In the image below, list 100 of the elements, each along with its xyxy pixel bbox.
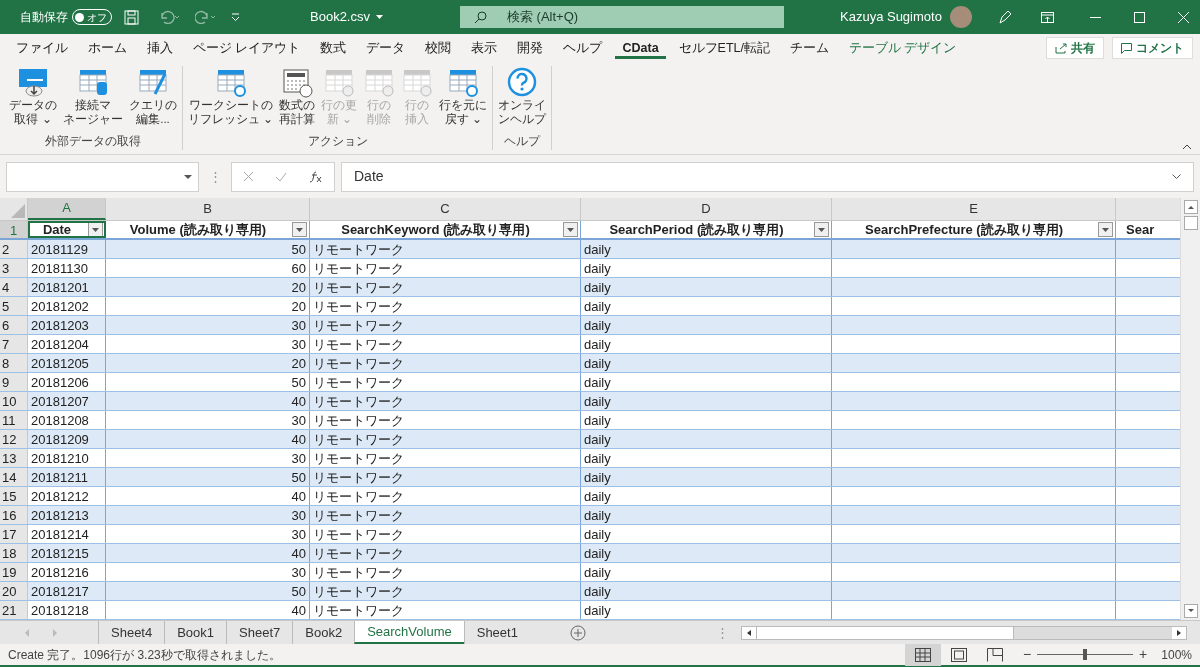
formula-field[interactable]: Date bbox=[341, 161, 1194, 192]
ribbon-tab[interactable]: 挿入 bbox=[140, 37, 180, 59]
ribbon-button[interactable]: ワークシートの リフレッシュ ⌄ bbox=[185, 66, 277, 132]
share-button[interactable]: 共有 bbox=[1046, 37, 1104, 59]
add-sheet-icon[interactable] bbox=[569, 624, 586, 641]
row-number[interactable]: 10 bbox=[0, 392, 28, 410]
table-cell: 20181214 bbox=[31, 527, 89, 542]
ribbon-tab[interactable]: 表示 bbox=[464, 37, 505, 59]
row-number[interactable]: 6 bbox=[0, 316, 28, 334]
row-number[interactable]: 14 bbox=[0, 468, 28, 486]
table-cell: リモートワーク bbox=[313, 546, 404, 561]
search-field[interactable]: 検索 (Alt+Q) bbox=[460, 6, 784, 28]
calculator-icon bbox=[281, 66, 314, 98]
ribbon-tab[interactable]: ページ レイアウト bbox=[186, 37, 308, 59]
ribbon-tab[interactable]: セルフETL/転記 bbox=[671, 37, 777, 59]
row-number[interactable]: 2 bbox=[0, 240, 28, 258]
scroll-up-icon[interactable] bbox=[1183, 200, 1198, 214]
ribbon-button[interactable]: データの 取得 ⌄ bbox=[6, 66, 60, 132]
row-number[interactable]: 11 bbox=[0, 411, 28, 429]
row-number[interactable]: 20 bbox=[0, 582, 28, 600]
ribbon-display-icon[interactable] bbox=[1040, 11, 1054, 23]
filter-dropdown-button[interactable] bbox=[292, 222, 307, 237]
view-button[interactable] bbox=[904, 643, 941, 666]
table-cell: リモートワーク bbox=[313, 318, 404, 333]
ribbon-button[interactable]: 行を元に 戻す ⌄ bbox=[436, 66, 491, 132]
header-cell[interactable]: Volume (読み取り専用) bbox=[106, 221, 310, 238]
zoom-out-button[interactable]: − bbox=[1022, 644, 1032, 665]
column-header[interactable]: D bbox=[581, 198, 832, 220]
ribbon-tab[interactable]: チーム bbox=[783, 37, 836, 59]
ribbon-tab[interactable]: 校閲 bbox=[418, 37, 459, 59]
row-number[interactable]: 4 bbox=[0, 278, 28, 296]
row-number[interactable]: 7 bbox=[0, 335, 28, 353]
ribbon-button[interactable]: 接続マ ネージャー bbox=[60, 66, 126, 132]
table-cell: daily bbox=[584, 527, 611, 542]
row-number[interactable]: 15 bbox=[0, 487, 28, 505]
row-number[interactable]: 9 bbox=[0, 373, 28, 391]
row-number[interactable]: 19 bbox=[0, 563, 28, 581]
row-number[interactable]: 18 bbox=[0, 544, 28, 562]
comment-button[interactable]: コメント bbox=[1112, 37, 1193, 59]
zoom-in-button[interactable]: + bbox=[1139, 644, 1148, 665]
filter-dropdown-button[interactable] bbox=[563, 222, 578, 237]
column-header[interactable]: C bbox=[310, 198, 581, 220]
scroll-down-icon[interactable] bbox=[1183, 604, 1198, 618]
close-icon[interactable] bbox=[1177, 11, 1189, 23]
column-header[interactable]: E bbox=[832, 198, 1116, 220]
table-cell: リモートワーク bbox=[313, 375, 404, 390]
ribbon-tab[interactable]: ヘルプ bbox=[556, 37, 610, 59]
zoom-level[interactable]: 100% bbox=[1161, 645, 1192, 664]
zoom-slider-thumb[interactable] bbox=[1083, 649, 1088, 660]
ribbon-button[interactable]: オンライ ンヘルプ bbox=[495, 66, 550, 132]
scroll-thumb[interactable] bbox=[755, 626, 1014, 639]
scroll-left-icon[interactable] bbox=[741, 626, 756, 639]
function-icon[interactable] bbox=[309, 170, 324, 183]
row-number[interactable]: 1 bbox=[0, 221, 28, 238]
table-cell: 20181201 bbox=[31, 280, 89, 295]
header-cell[interactable]: Sear bbox=[1116, 221, 1180, 238]
ribbon-tab[interactable]: データ bbox=[359, 37, 413, 59]
table-cell: 20 bbox=[291, 299, 306, 314]
ribbon-button[interactable]: クエリの 編集... bbox=[126, 66, 180, 132]
row-number[interactable]: 3 bbox=[0, 259, 28, 277]
row-number[interactable]: 21 bbox=[0, 601, 28, 619]
row-number[interactable]: 13 bbox=[0, 449, 28, 467]
row-number[interactable]: 17 bbox=[0, 525, 28, 543]
header-cell[interactable]: Date bbox=[28, 221, 106, 238]
ribbon-tab[interactable]: ファイル bbox=[9, 37, 75, 59]
ribbon-button[interactable]: 数式の 再計算 bbox=[276, 66, 319, 132]
check-icon[interactable] bbox=[275, 171, 288, 182]
header-cell[interactable]: SearchPeriod (読み取り専用) bbox=[581, 221, 832, 238]
ribbon-tab[interactable]: ホーム bbox=[81, 37, 134, 59]
row-number[interactable]: 5 bbox=[0, 297, 28, 315]
filter-dropdown-button[interactable] bbox=[88, 222, 103, 237]
sheet-tab[interactable]: SearchVolume bbox=[354, 621, 464, 644]
header-cell[interactable]: SearchPrefecture (読み取り専用) bbox=[832, 221, 1116, 238]
filter-dropdown-button[interactable] bbox=[814, 222, 829, 237]
table-cell: 50 bbox=[291, 375, 306, 390]
scroll-right-icon[interactable] bbox=[1171, 626, 1186, 639]
file-name-button[interactable]: Book2.csv bbox=[310, 7, 450, 27]
row-number[interactable]: 8 bbox=[0, 354, 28, 372]
cloud-download-icon bbox=[17, 66, 49, 98]
row-number[interactable]: 12 bbox=[0, 430, 28, 448]
horizontal-scrollbar[interactable] bbox=[740, 625, 1187, 640]
header-cell[interactable]: SearchKeyword (読み取り専用) bbox=[310, 221, 581, 238]
ribbon-tab[interactable]: 開発 bbox=[510, 37, 551, 59]
vertical-scrollbar[interactable] bbox=[1180, 198, 1200, 620]
customize-menu-icon[interactable] bbox=[231, 13, 240, 21]
column-header[interactable]: B bbox=[106, 198, 310, 220]
filter-dropdown-button[interactable] bbox=[1098, 222, 1113, 237]
pen-icon[interactable] bbox=[996, 9, 1013, 25]
table-cell: 60 bbox=[291, 261, 306, 276]
row-number[interactable]: 16 bbox=[0, 506, 28, 524]
ribbon-tab[interactable]: テーブル デザイン bbox=[842, 37, 964, 59]
ribbon-tab[interactable]: CData bbox=[615, 37, 666, 59]
table-cell: 20181211 bbox=[31, 470, 88, 485]
zoom-slider[interactable] bbox=[1037, 648, 1134, 661]
save-icon[interactable] bbox=[124, 9, 139, 25]
collapse-ribbon-icon[interactable] bbox=[1182, 144, 1192, 150]
ribbon-tab[interactable]: 数式 bbox=[313, 37, 354, 59]
column-header[interactable]: A bbox=[28, 198, 106, 220]
scroll-thumb[interactable] bbox=[1183, 216, 1198, 230]
maximize-icon[interactable] bbox=[1133, 11, 1145, 23]
